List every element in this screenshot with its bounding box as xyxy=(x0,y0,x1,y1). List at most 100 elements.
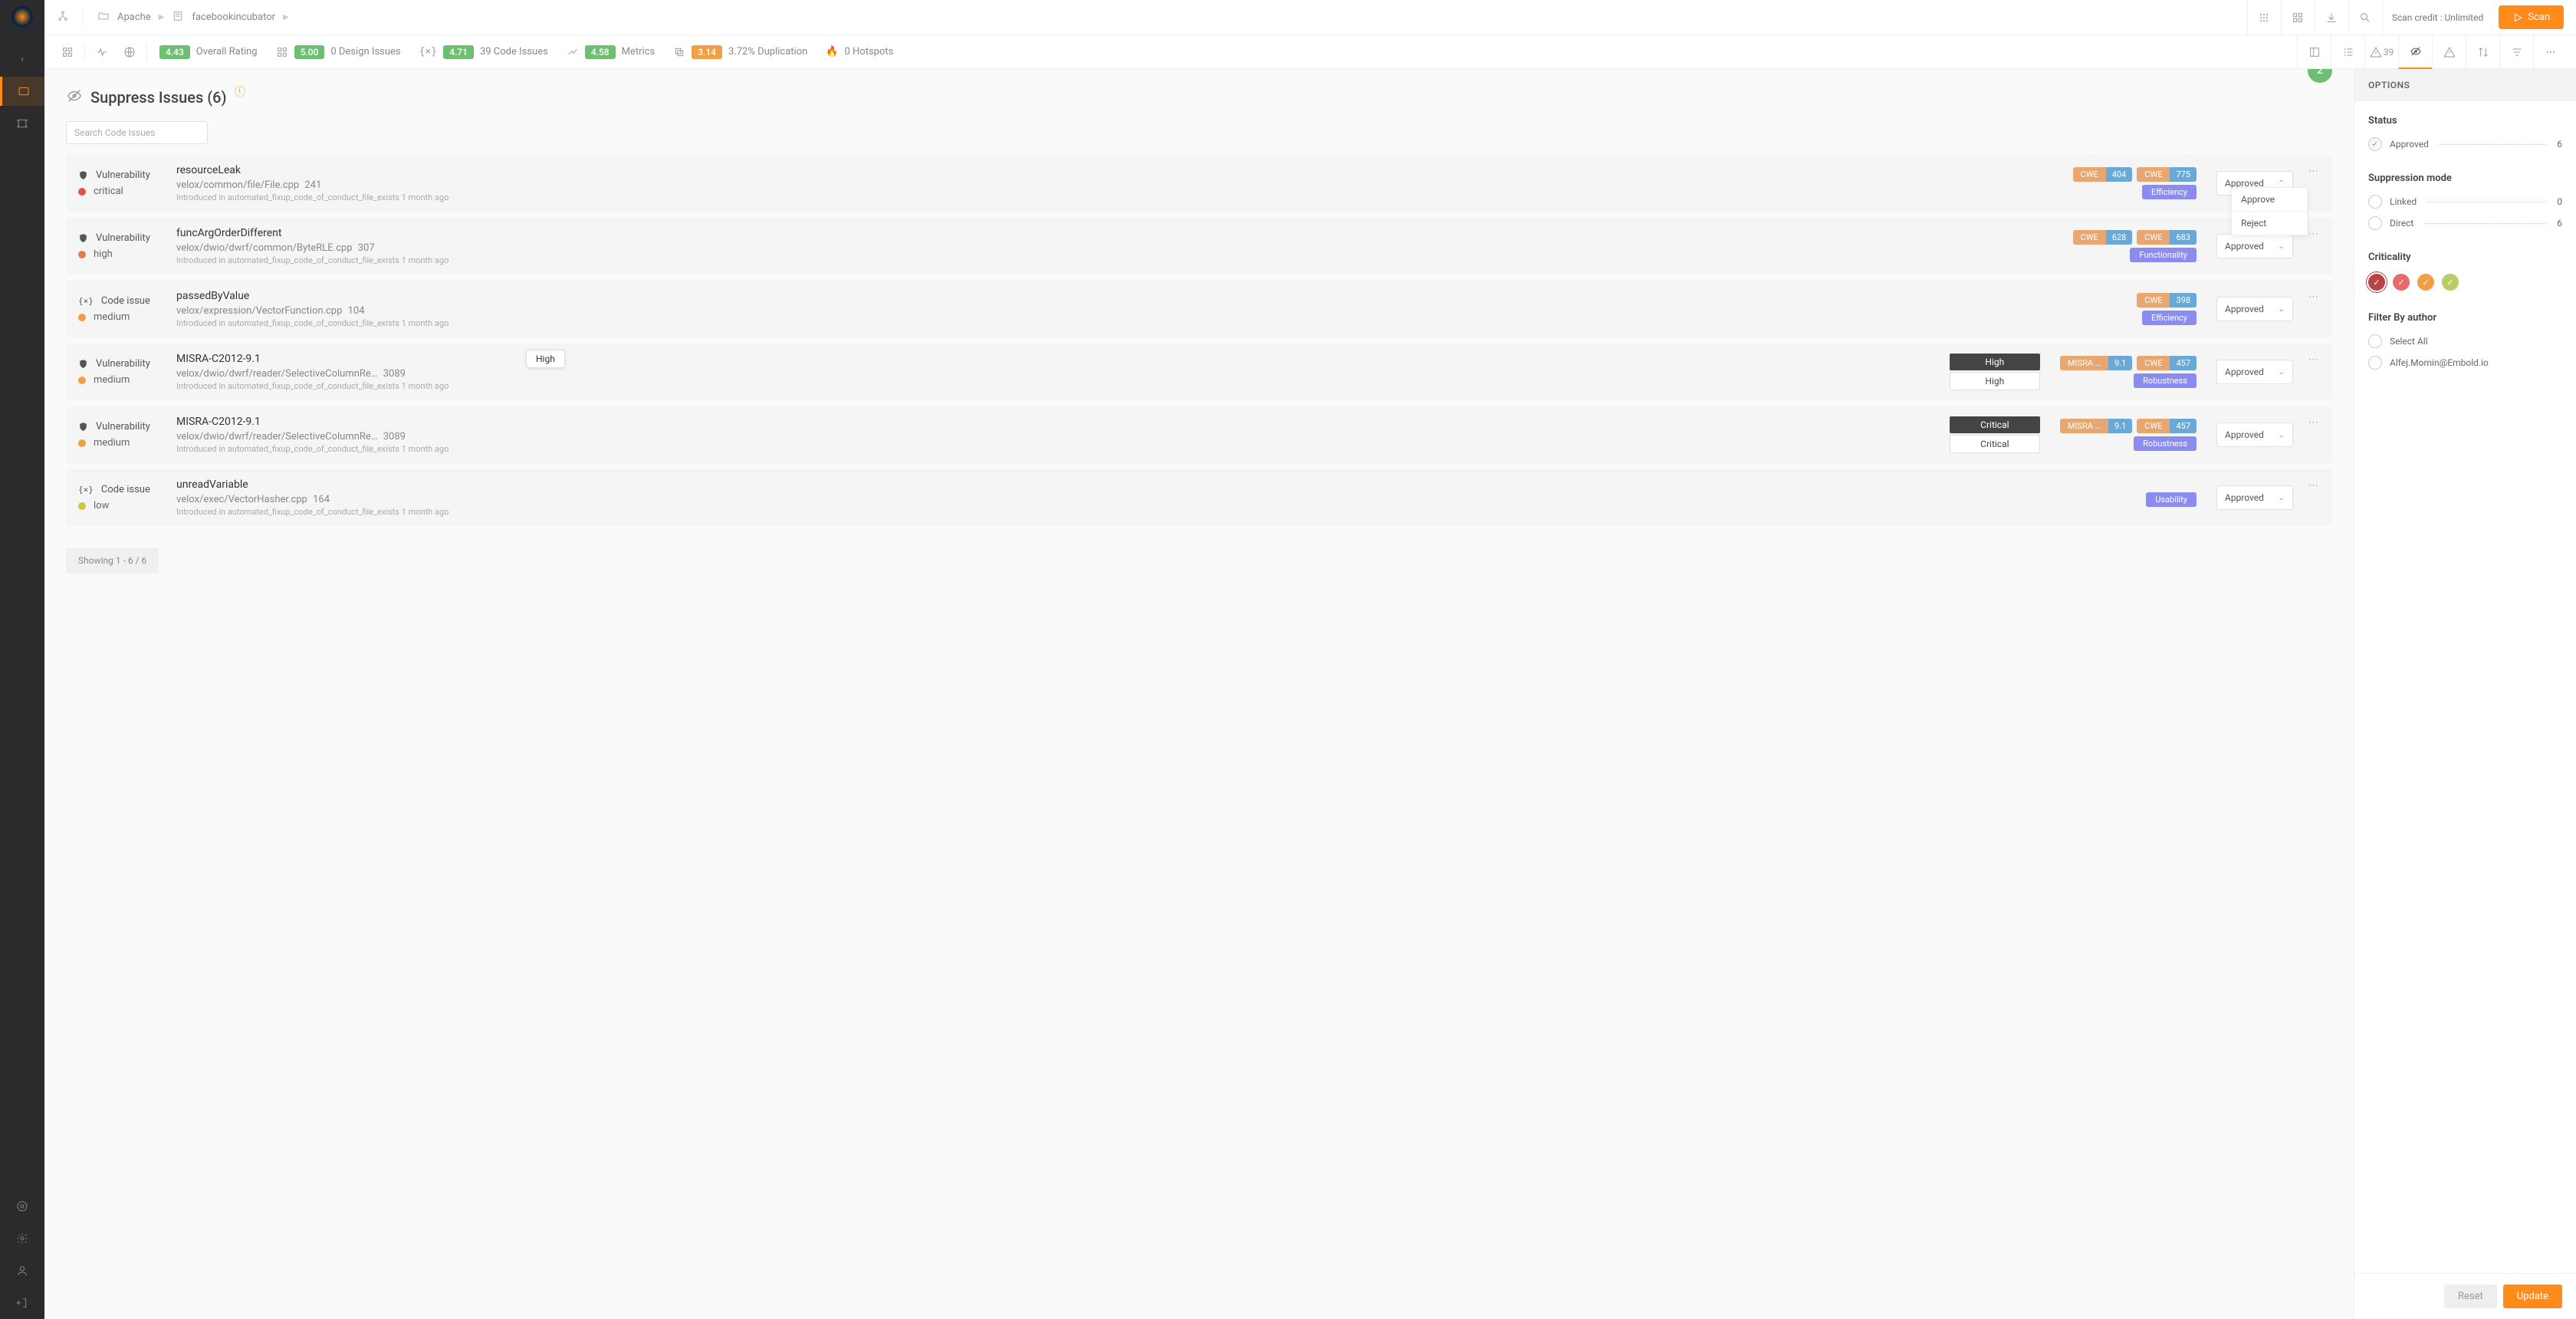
issue-path: velox/common/file/File.cpp 241 xyxy=(176,179,2059,191)
status-dropdown[interactable]: Approved⌄ xyxy=(2216,360,2293,384)
suppression-label: Suppression mode xyxy=(2368,173,2562,184)
criticality-medium[interactable] xyxy=(2417,274,2434,291)
author-select-all[interactable]: Select All xyxy=(2368,334,2562,348)
search-icon[interactable] xyxy=(2348,0,2382,35)
metric-code[interactable]: {×} 4.71 39 Code Issues xyxy=(410,45,557,59)
globe-icon[interactable] xyxy=(116,35,143,69)
issue-name: funcArgOrderDifferent xyxy=(176,227,2059,239)
sidebar-expand-icon[interactable]: › xyxy=(8,44,37,74)
issue-severity: medium xyxy=(78,437,163,449)
chevron-right-icon: ▶ xyxy=(283,13,289,21)
filter-icon[interactable] xyxy=(2499,35,2533,69)
info-icon[interactable]: i xyxy=(235,86,245,97)
metric-quality[interactable]: 4.58 Metrics xyxy=(557,45,664,59)
issue-row[interactable]: {×}Code issue low unreadVariable velox/e… xyxy=(66,469,2332,526)
pagination-label: Showing 1 - 6 / 6 xyxy=(66,548,159,574)
topbar: Apache ▶ facebookincubator ▶ Scan credit… xyxy=(44,0,2576,35)
criticality-critical[interactable] xyxy=(2368,274,2385,291)
issue-pills: CWE404CWE775Efficiency xyxy=(2073,167,2196,199)
status-dropdown[interactable]: Approved⌄ xyxy=(2216,423,2293,447)
search-input[interactable] xyxy=(66,121,208,144)
category-pill: Robustness xyxy=(2134,436,2196,451)
grid-view-icon[interactable] xyxy=(54,35,81,69)
suppression-direct[interactable]: Direct 6 xyxy=(2368,216,2562,230)
pulse-icon[interactable] xyxy=(88,35,116,69)
category-pill: Functionality xyxy=(2130,248,2196,262)
issue-name: unreadVariable xyxy=(176,479,2132,491)
grid-icon[interactable] xyxy=(2247,0,2281,35)
issue-pills: MISRA …9.1CWE457Robustness xyxy=(2060,419,2196,451)
metric-design[interactable]: 5.00 0 Design Issues xyxy=(267,45,410,59)
list-icon[interactable] xyxy=(2331,35,2364,69)
left-sidebar: › xyxy=(0,0,44,1319)
issue-path: velox/dwio/dwrf/common/ByteRLE.cpp 307 xyxy=(176,242,2059,254)
metric-overall[interactable]: 4.43 Overall Rating xyxy=(150,45,267,59)
status-label: Status xyxy=(2368,115,2562,127)
breadcrumb-item[interactable]: Apache xyxy=(117,12,151,23)
suppression-linked[interactable]: Linked 0 xyxy=(2368,195,2562,209)
issue-intro: Introduced in automated_fixup_code_of_co… xyxy=(176,507,2132,517)
metric-hotspots[interactable]: 🔥 0 Hotspots xyxy=(816,46,902,58)
alert-icon[interactable] xyxy=(2432,35,2466,69)
issue-row[interactable]: Vulnerability medium MISRA-C2012-9.1 vel… xyxy=(66,344,2332,400)
radio-icon xyxy=(2368,334,2382,348)
repo-icon xyxy=(172,10,184,25)
issue-severity: medium xyxy=(78,374,163,386)
issue-row[interactable]: Vulnerability high funcArgOrderDifferent… xyxy=(66,218,2332,275)
criticality-low[interactable] xyxy=(2442,274,2459,291)
sidebar-item-projects[interactable] xyxy=(0,77,44,106)
row-menu-icon[interactable]: ⋯ xyxy=(2307,479,2320,493)
status-dropdown-menu: Approve Reject xyxy=(2231,187,2308,235)
apps-icon[interactable] xyxy=(2281,0,2315,35)
dropdown-option-reject[interactable]: Reject xyxy=(2232,212,2307,235)
row-menu-icon[interactable]: ⋯ xyxy=(2307,164,2320,179)
sidebar-item-logout[interactable] xyxy=(8,1288,37,1317)
scan-button[interactable]: Scan xyxy=(2499,5,2564,29)
author-label: Filter By author xyxy=(2368,312,2562,324)
org-tree-icon[interactable] xyxy=(57,10,69,25)
sidebar-item-help[interactable] xyxy=(8,1192,37,1221)
status-filter-approved[interactable]: ✓ Approved 6 xyxy=(2368,137,2562,151)
reset-button[interactable]: Reset xyxy=(2444,1284,2497,1308)
row-menu-icon[interactable]: ⋯ xyxy=(2307,416,2320,430)
status-dropdown[interactable]: Approved⌄ xyxy=(2216,234,2293,258)
breadcrumb-item[interactable]: facebookincubator xyxy=(192,12,275,23)
issue-intro: Introduced in automated_fixup_code_of_co… xyxy=(176,192,2059,202)
issue-intro: Introduced in automated_fixup_code_of_co… xyxy=(176,318,2123,328)
sidebar-item-user[interactable] xyxy=(8,1256,37,1285)
cwe-pill: CWE398 xyxy=(2137,293,2196,308)
row-menu-icon[interactable]: ⋯ xyxy=(2307,290,2320,304)
metric-duplication[interactable]: 3.14 3.72% Duplication xyxy=(664,45,816,59)
row-menu-icon[interactable]: ⋯ xyxy=(2307,227,2320,242)
issue-row[interactable]: {×}Code issue medium passedByValue velox… xyxy=(66,281,2332,337)
issue-row[interactable]: Vulnerability medium MISRA-C2012-9.1 vel… xyxy=(66,406,2332,463)
row-menu-icon[interactable]: ⋯ xyxy=(2307,353,2320,367)
warning-icon[interactable]: 39 xyxy=(2364,35,2398,69)
criticality-high[interactable] xyxy=(2393,274,2410,291)
severity-cells: CriticalCritical xyxy=(1950,416,2040,453)
issue-row[interactable]: Vulnerability critical resourceLeak velo… xyxy=(66,155,2332,212)
compare-icon[interactable] xyxy=(2466,35,2499,69)
issue-pills: MISRA …9.1CWE457Robustness xyxy=(2060,356,2196,388)
sidebar-item-scan[interactable] xyxy=(8,109,37,138)
category-pill: Robustness xyxy=(2134,373,2196,388)
logo-icon[interactable] xyxy=(12,6,33,28)
more-icon[interactable] xyxy=(2533,35,2567,69)
dropdown-option-approve[interactable]: Approve xyxy=(2232,188,2307,212)
cwe-pill: CWE404 xyxy=(2073,167,2133,182)
issue-path: velox/dwio/dwrf/reader/SelectiveColumnRe… xyxy=(176,431,1936,442)
criticality-label: Criticality xyxy=(2368,252,2562,263)
sidebar-item-settings[interactable] xyxy=(8,1224,37,1253)
author-item[interactable]: Alfej.Momin@Embold.io xyxy=(2368,356,2562,370)
metrics-bar: 4.43 Overall Rating 5.00 0 Design Issues… xyxy=(44,35,2576,69)
breadcrumb: Apache ▶ facebookincubator ▶ xyxy=(97,10,289,25)
cwe-pill: CWE775 xyxy=(2137,167,2196,182)
download-icon[interactable] xyxy=(2315,0,2348,35)
status-dropdown[interactable]: Approved⌄ xyxy=(2216,297,2293,321)
update-button[interactable]: Update xyxy=(2503,1284,2562,1308)
layout-icon[interactable] xyxy=(2297,35,2331,69)
severity-cells: HighHigh xyxy=(1950,354,2040,390)
issue-path: velox/dwio/dwrf/reader/SelectiveColumnRe… xyxy=(176,368,1936,380)
eye-off-icon[interactable] xyxy=(2398,35,2432,69)
status-dropdown[interactable]: Approved⌄ xyxy=(2216,485,2293,510)
